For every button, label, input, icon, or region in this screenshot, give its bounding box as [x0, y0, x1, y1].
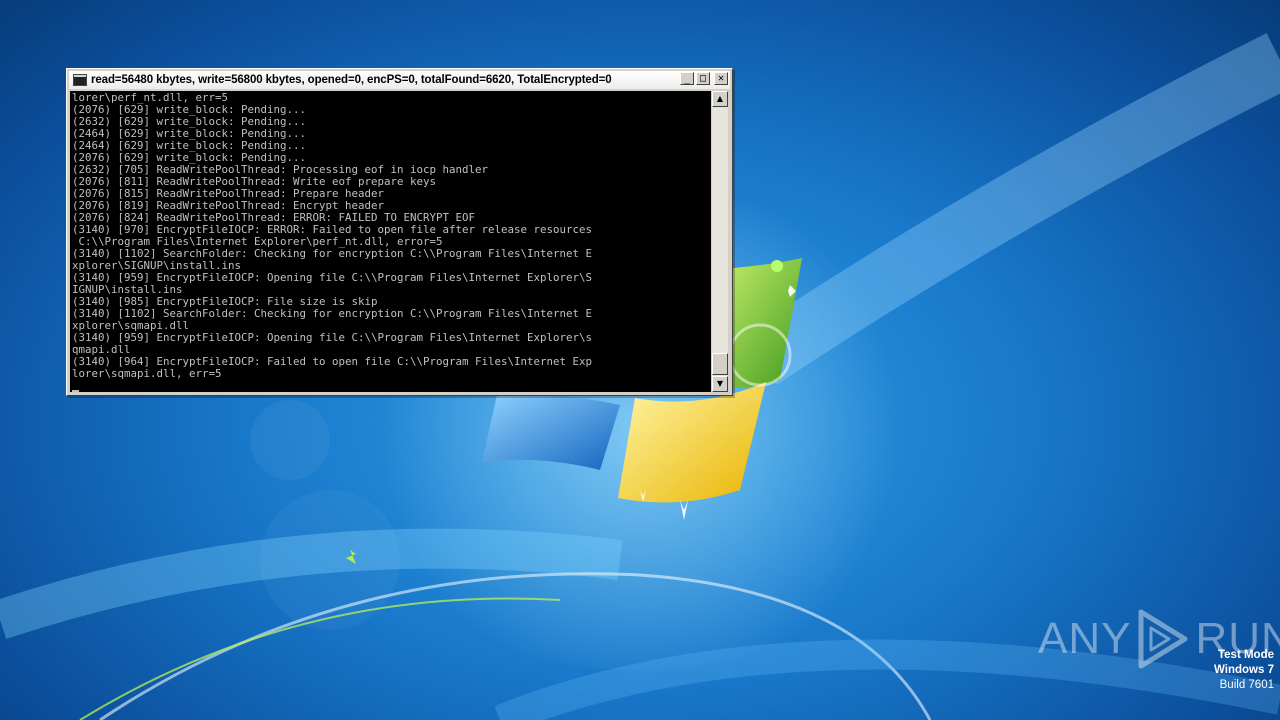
- console-line: lorer\sqmapi.dll, err=5: [72, 367, 222, 380]
- window-controls: _ □ ✕: [680, 72, 728, 85]
- minimize-button[interactable]: _: [680, 72, 694, 85]
- maximize-button[interactable]: □: [696, 72, 710, 85]
- os-name-label: Windows 7: [1214, 664, 1274, 676]
- console-icon[interactable]: [73, 74, 87, 86]
- console-window[interactable]: read=56480 kbytes, write=56800 kbytes, o…: [66, 68, 733, 396]
- vertical-scrollbar[interactable]: ▲ ▼: [712, 91, 728, 392]
- console-line: [72, 380, 711, 392]
- os-info: Test Mode Windows 7 Build 7601: [1214, 648, 1274, 693]
- title-bar[interactable]: read=56480 kbytes, write=56800 kbytes, o…: [69, 71, 730, 89]
- watermark-left-text: ANY: [1038, 614, 1132, 663]
- scroll-down-button[interactable]: ▼: [712, 376, 728, 392]
- console-line: (3140) [959] EncryptFileIOCP: Opening fi…: [72, 331, 593, 344]
- scroll-thumb[interactable]: [712, 353, 728, 375]
- console-output[interactable]: lorer\perf_nt.dll, err=5 (2076) [629] wri…: [70, 91, 711, 392]
- test-mode-label: Test Mode: [1217, 649, 1274, 661]
- window-title: read=56480 kbytes, write=56800 kbytes, o…: [91, 74, 612, 86]
- play-icon: [1138, 609, 1188, 669]
- close-button[interactable]: ✕: [714, 72, 728, 85]
- build-label: Build 7601: [1219, 679, 1274, 691]
- console-text: lorer\perf_nt.dll, err=5 (2076) [629] wri…: [70, 91, 711, 392]
- scroll-up-button[interactable]: ▲: [712, 91, 728, 107]
